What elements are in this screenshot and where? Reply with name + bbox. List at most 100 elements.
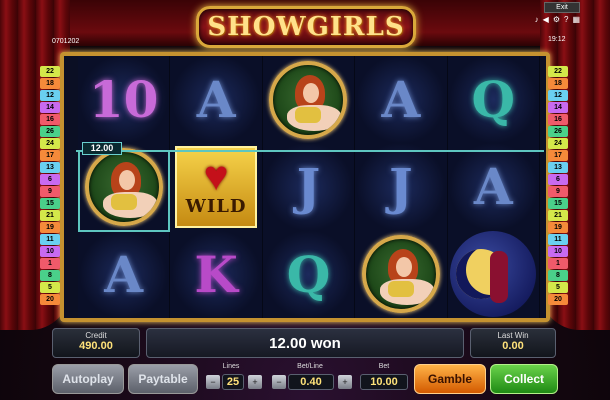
- payline-marker: 26: [548, 126, 568, 137]
- payline-marker: 5: [40, 282, 60, 293]
- payline-marker: 14: [548, 102, 568, 113]
- card-symbol-k: K: [194, 244, 238, 304]
- autoplay-button[interactable]: Autoplay: [52, 364, 124, 394]
- card-symbol-q: Q: [286, 244, 331, 304]
- bet-line-increase-button[interactable]: +: [338, 375, 352, 389]
- last-win-label: Last Win: [497, 331, 529, 340]
- reel-cell: J: [355, 143, 448, 231]
- reel-cell: [447, 230, 540, 318]
- payline-marker: 16: [40, 114, 60, 125]
- payline-marker: 5: [548, 282, 568, 293]
- bet-line-decrease-button[interactable]: −: [272, 375, 286, 389]
- payline-marker: 19: [40, 222, 60, 233]
- music-note-icon[interactable]: ♪: [535, 15, 539, 24]
- card-symbol-a: A: [104, 244, 144, 304]
- payline-marker: 22: [40, 66, 60, 77]
- payline-marker: 10: [548, 246, 568, 257]
- card-symbol-j: J: [296, 157, 321, 217]
- lines-increase-button[interactable]: +: [248, 375, 262, 389]
- win-message: 12.00 won: [269, 335, 341, 352]
- payline-marker: 24: [40, 138, 60, 149]
- card-symbol-j: J: [389, 157, 413, 217]
- payline-marker: 1: [40, 258, 60, 269]
- payline-marker: 12: [40, 90, 60, 101]
- payline-marker: 17: [40, 150, 60, 161]
- last-win-panel: Last Win 0.00: [470, 328, 556, 358]
- reel-cell: K: [170, 230, 263, 318]
- reel-cell: A: [447, 143, 540, 231]
- exit-button[interactable]: Exit: [544, 2, 580, 13]
- payline-marker: 1: [548, 258, 568, 269]
- payline-marker: 19: [548, 222, 568, 233]
- paytable-button[interactable]: Paytable: [128, 364, 198, 394]
- reel-cell: [262, 56, 356, 144]
- credit-label: Credit: [85, 331, 107, 340]
- card-symbol-q: Q: [471, 70, 516, 130]
- reel-cell: Q: [447, 56, 540, 144]
- payline-marker: 21: [548, 210, 568, 221]
- moon-dancer-symbol: [450, 231, 537, 318]
- lines-value: 25: [222, 374, 244, 390]
- payline-marker: 20: [548, 294, 568, 305]
- settings-icon[interactable]: ⚙: [553, 15, 560, 24]
- payline-marker: 11: [40, 234, 60, 245]
- game-title: SHOWGIRLS: [207, 12, 405, 42]
- bet-line-value: 0.40: [288, 374, 334, 390]
- reel-cell: 10: [78, 56, 171, 144]
- lines-label: Lines: [222, 363, 240, 370]
- payline-marker: 9: [548, 186, 568, 197]
- clock: 19:12: [548, 36, 566, 43]
- payline-marker: 26: [40, 126, 60, 137]
- payline-marker: 14: [40, 102, 60, 113]
- reel-cell: [355, 230, 448, 318]
- showgirl-symbol: [361, 235, 440, 314]
- wild-symbol: ♥ WILD: [175, 145, 258, 228]
- reel-cell: J: [262, 143, 356, 231]
- menu-icon[interactable]: ▦: [572, 15, 580, 24]
- payline-marker: 6: [548, 174, 568, 185]
- payline-marker: 10: [40, 246, 60, 257]
- credit-panel: Credit 490.00: [52, 328, 140, 358]
- payline-marker: 18: [548, 78, 568, 89]
- line-win-badge: 12.00: [82, 142, 122, 155]
- payline-marker: 6: [40, 174, 60, 185]
- winning-symbol-highlight: [78, 150, 170, 232]
- payline-marker: 8: [40, 270, 60, 281]
- payline-marker: 18: [40, 78, 60, 89]
- credit-value: 490.00: [79, 340, 113, 352]
- payline-marker: 21: [40, 210, 60, 221]
- payline-marker: 11: [548, 234, 568, 245]
- wild-label: WILD: [185, 196, 247, 218]
- payline-marker: 17: [548, 150, 568, 161]
- win-message-panel: 12.00 won: [146, 328, 464, 358]
- bet-label: Bet: [378, 363, 390, 370]
- reel-cell: A: [78, 230, 171, 318]
- payline-marker: 13: [40, 162, 60, 173]
- card-symbol-a: A: [381, 70, 421, 130]
- payline-marker: 12: [548, 90, 568, 101]
- collect-button[interactable]: Collect: [490, 364, 558, 394]
- reel-cell: A: [170, 56, 263, 144]
- payline-marker: 15: [548, 198, 568, 209]
- bet-value: 10.00: [360, 374, 408, 390]
- payline-marker: 16: [548, 114, 568, 125]
- card-symbol-a: A: [196, 70, 236, 130]
- card-symbol-a: A: [473, 157, 513, 217]
- sound-icon[interactable]: ◀: [543, 15, 549, 24]
- gamble-button[interactable]: Gamble: [414, 364, 486, 394]
- payline-marker: 9: [40, 186, 60, 197]
- payline-marker: 22: [548, 66, 568, 77]
- payline-markers-left: 22 18 12 14 16 26 24 17 13 6 9 15 21 19 11 10 1 8 5 20: [40, 66, 60, 318]
- game-logo: SHOWGIRLS: [196, 6, 416, 48]
- payline-marker: 13: [548, 162, 568, 173]
- payline-marker: 24: [548, 138, 568, 149]
- reel-cell: A: [355, 56, 448, 144]
- last-win-value: 0.00: [502, 340, 524, 352]
- showgirl-symbol: [269, 60, 348, 139]
- card-symbol-10: 10: [88, 70, 159, 130]
- heart-icon: ♥: [203, 152, 229, 200]
- payline-marker: 20: [40, 294, 60, 305]
- lines-decrease-button[interactable]: −: [206, 375, 220, 389]
- help-icon[interactable]: ?: [564, 15, 568, 24]
- bet-line-label: Bet/Line: [297, 363, 323, 370]
